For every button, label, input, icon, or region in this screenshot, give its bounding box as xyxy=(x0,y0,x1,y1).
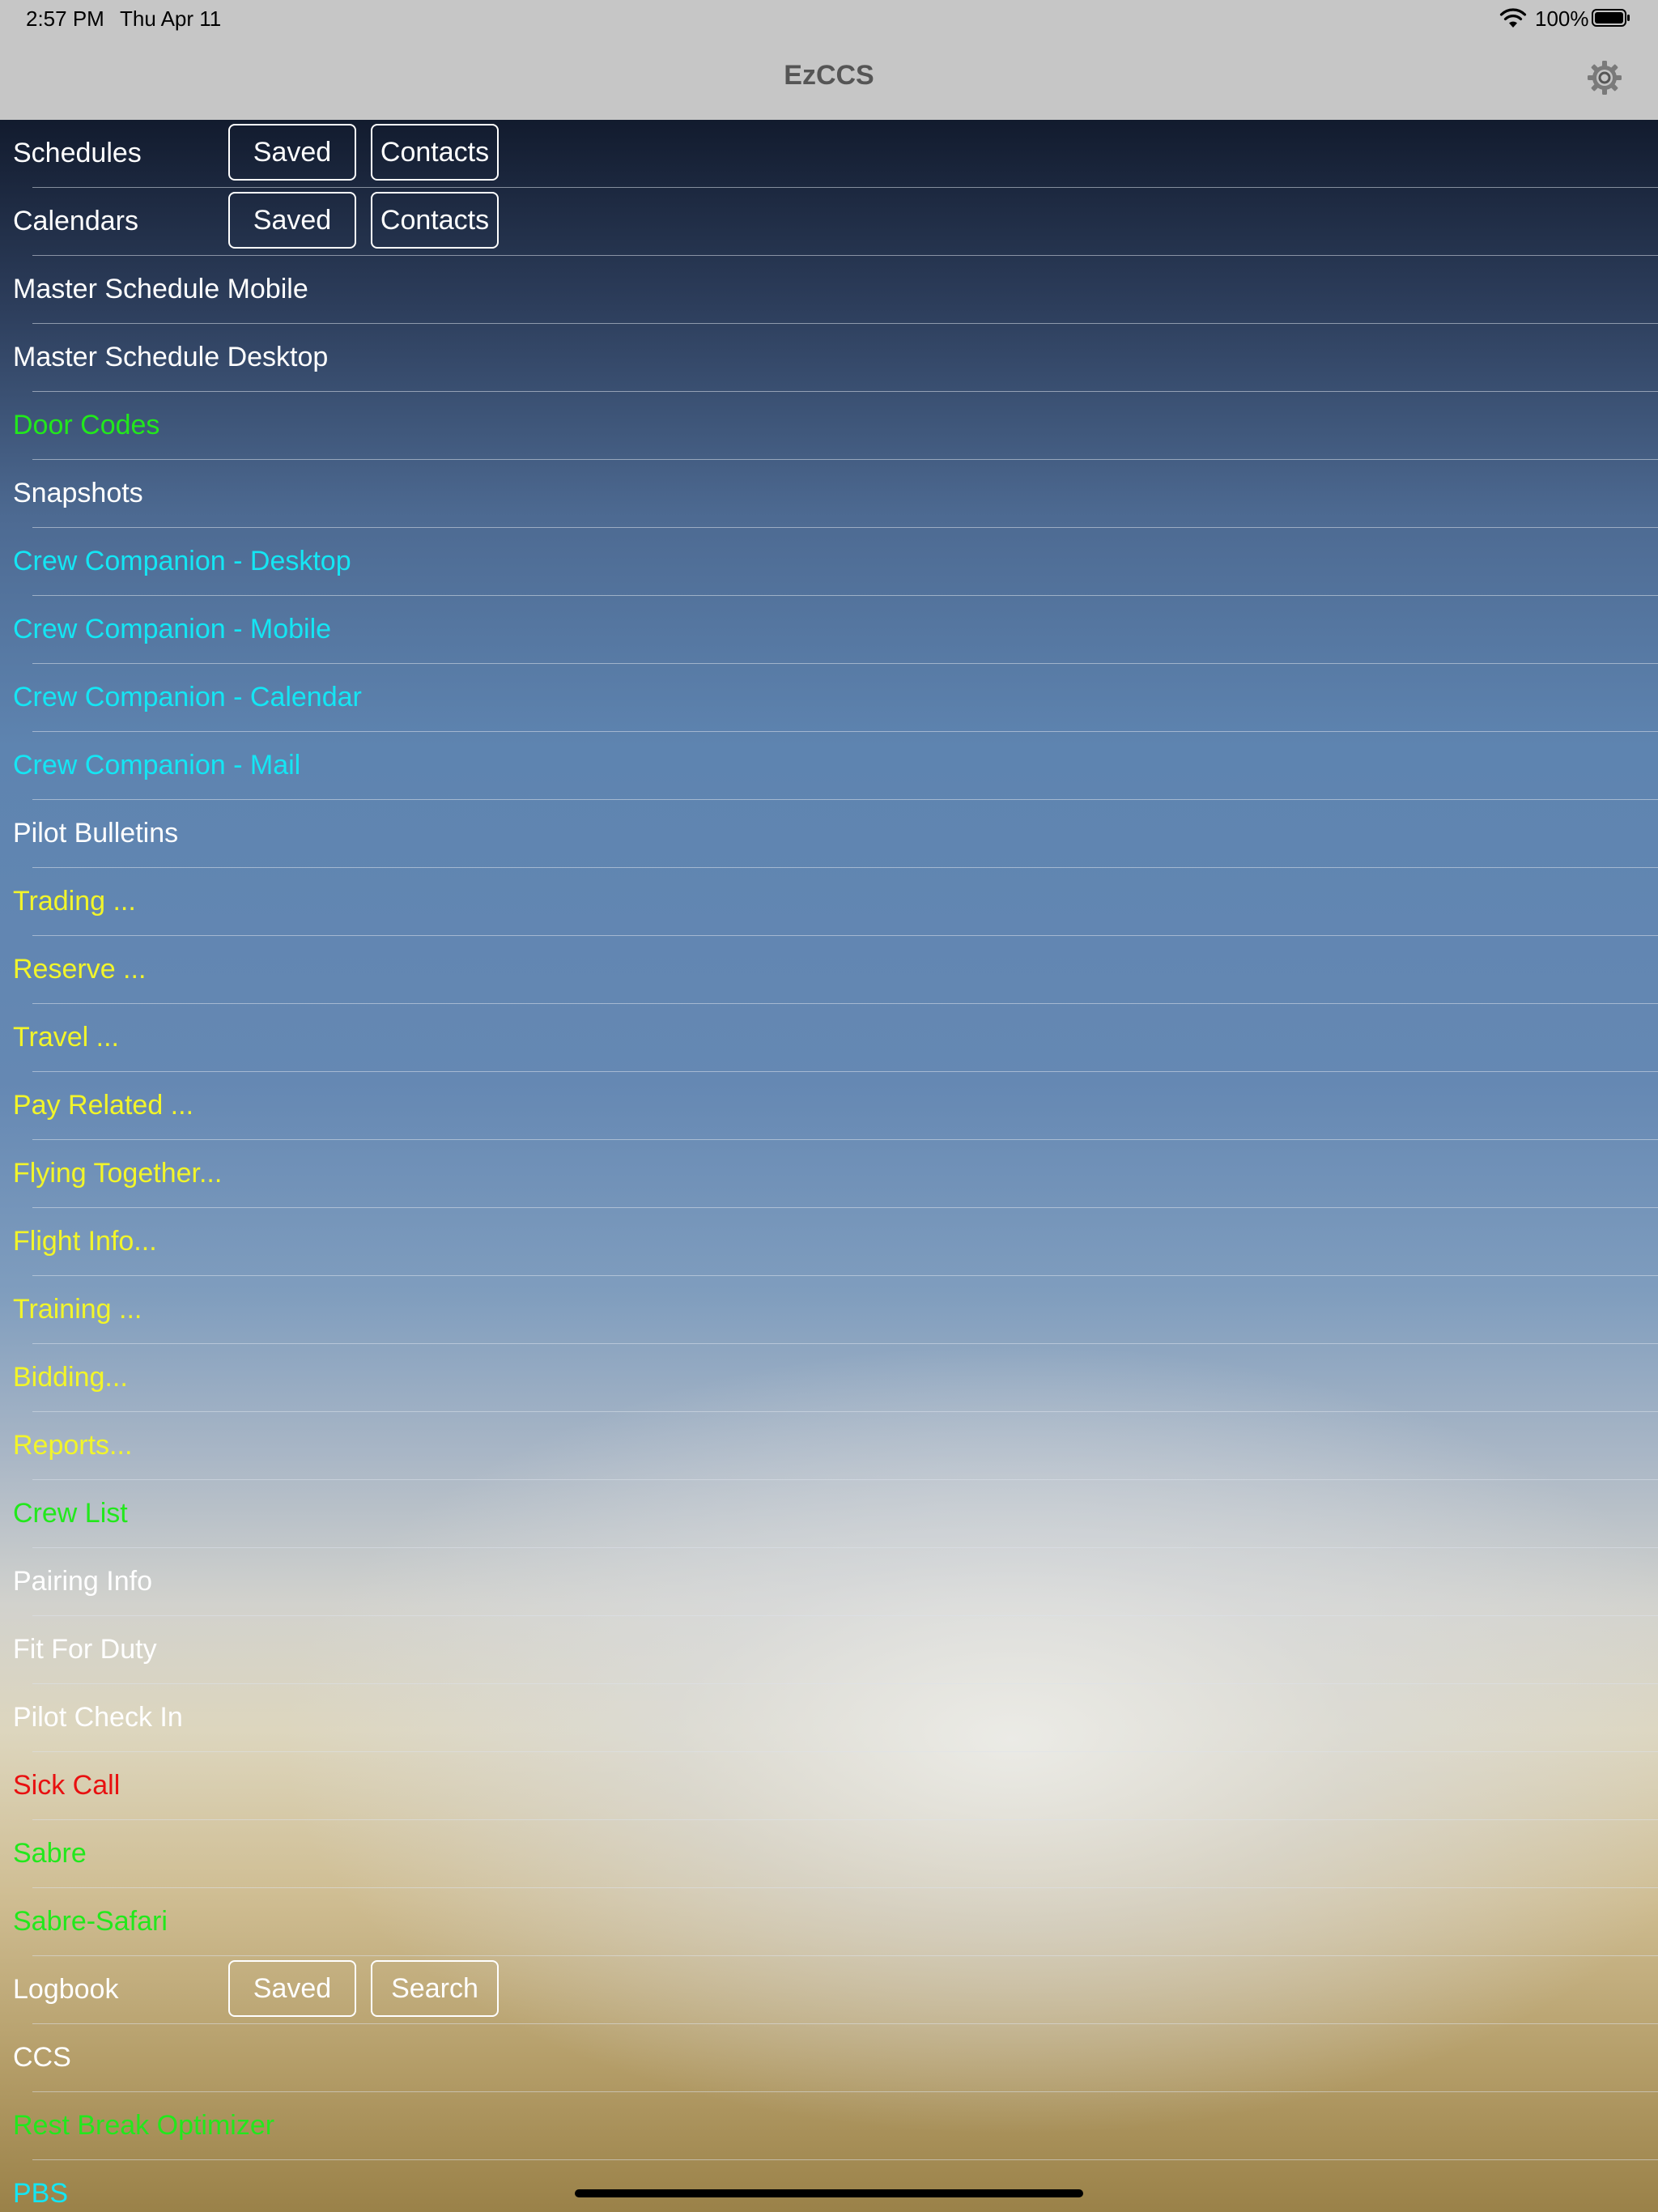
menu-item-master-schedule-mobile[interactable]: Master Schedule Mobile xyxy=(0,256,1658,324)
menu-item-door-codes[interactable]: Door Codes xyxy=(0,392,1658,460)
calendars-contacts-button[interactable]: Contacts xyxy=(371,192,499,249)
menu-item-label: Logbook xyxy=(13,1974,119,2005)
menu-item-label: PBS xyxy=(13,2178,69,2209)
wifi-icon xyxy=(1499,8,1527,28)
menu-item-crew-companion-calendar[interactable]: Crew Companion - Calendar xyxy=(0,664,1658,732)
page-title: EzCCS xyxy=(784,60,874,91)
menu-item-label: Pairing Info xyxy=(13,1566,152,1597)
menu-item-label: Training ... xyxy=(13,1294,142,1325)
menu-item-label: Crew Companion - Calendar xyxy=(13,682,362,713)
menu-item-training[interactable]: Training ... xyxy=(0,1276,1658,1344)
menu-item-pbs[interactable]: PBS xyxy=(0,2160,1658,2212)
menu-item-label: Snapshots xyxy=(13,478,143,508)
menu-item-bidding[interactable]: Bidding... xyxy=(0,1344,1658,1412)
menu-item-label: Crew List xyxy=(13,1498,128,1529)
menu-item-label: Schedules xyxy=(13,138,142,168)
menu-item-label: Travel ... xyxy=(13,1022,119,1053)
menu-item-pairing-info[interactable]: Pairing Info xyxy=(0,1548,1658,1616)
menu-item-crew-list[interactable]: Crew List xyxy=(0,1480,1658,1548)
menu-item-sabre-safari[interactable]: Sabre-Safari xyxy=(0,1888,1658,1956)
menu-item-label: Sabre xyxy=(13,1838,87,1869)
menu-item-pay-related[interactable]: Pay Related ... xyxy=(0,1072,1658,1140)
status-bar: 2:57 PM Thu Apr 11 100% xyxy=(0,0,1658,39)
menu-item-label: CCS xyxy=(13,2042,71,2073)
menu-item-crew-companion-mail[interactable]: Crew Companion - Mail xyxy=(0,732,1658,800)
menu-item-label: Flight Info... xyxy=(13,1226,157,1257)
menu-item-reports[interactable]: Reports... xyxy=(0,1412,1658,1480)
status-date: Thu Apr 11 xyxy=(120,6,222,31)
menu-item-travel[interactable]: Travel ... xyxy=(0,1004,1658,1072)
schedules-saved-button[interactable]: Saved xyxy=(228,124,356,181)
menu-item-snapshots[interactable]: Snapshots xyxy=(0,460,1658,528)
menu-item-label: Crew Companion - Mobile xyxy=(13,614,332,644)
menu-item-label: Pilot Bulletins xyxy=(13,818,179,849)
menu-item-calendars[interactable]: Calendars Saved Contacts xyxy=(0,188,1658,256)
menu-item-master-schedule-desktop[interactable]: Master Schedule Desktop xyxy=(0,324,1658,392)
menu-item-pilot-check-in[interactable]: Pilot Check In xyxy=(0,1684,1658,1752)
calendars-saved-button[interactable]: Saved xyxy=(228,192,356,249)
schedules-contacts-button[interactable]: Contacts xyxy=(371,124,499,181)
menu-item-label: Reserve ... xyxy=(13,954,147,985)
menu-item-flying-together[interactable]: Flying Together... xyxy=(0,1140,1658,1208)
menu-item-sick-call[interactable]: Sick Call xyxy=(0,1752,1658,1820)
menu-item-fit-for-duty[interactable]: Fit For Duty xyxy=(0,1616,1658,1684)
menu-item-crew-companion-mobile[interactable]: Crew Companion - Mobile xyxy=(0,596,1658,664)
menu-item-reserve[interactable]: Reserve ... xyxy=(0,936,1658,1004)
menu-item-label: Bidding... xyxy=(13,1362,128,1393)
menu-item-label: Reports... xyxy=(13,1430,133,1461)
logbook-search-button[interactable]: Search xyxy=(371,1960,499,2017)
menu-item-label: Flying Together... xyxy=(13,1158,223,1189)
menu-item-pilot-bulletins[interactable]: Pilot Bulletins xyxy=(0,800,1658,868)
menu-item-label: Pay Related ... xyxy=(13,1090,194,1121)
menu-list: Schedules Saved Contacts Calendars Saved Cont… xyxy=(0,120,1658,2212)
menu-item-label: Door Codes xyxy=(13,410,160,440)
battery-percent: 100% xyxy=(1535,6,1589,31)
menu-item-crew-companion-desktop[interactable]: Crew Companion - Desktop xyxy=(0,528,1658,596)
menu-item-label: Rest Break Optimizer xyxy=(13,2110,275,2141)
navigation-bar: EzCCS xyxy=(0,39,1658,121)
home-indicator[interactable] xyxy=(575,2189,1083,2197)
menu-item-schedules[interactable]: Schedules Saved Contacts xyxy=(0,120,1658,188)
menu-item-label: Trading ... xyxy=(13,886,136,917)
menu-item-label: Sabre-Safari xyxy=(13,1906,168,1937)
gear-icon[interactable] xyxy=(1585,58,1624,97)
menu-item-label: Crew Companion - Desktop xyxy=(13,546,351,576)
menu-item-ccs[interactable]: CCS xyxy=(0,2024,1658,2092)
menu-item-label: Crew Companion - Mail xyxy=(13,750,301,781)
status-time: 2:57 PM xyxy=(26,6,104,31)
menu-item-label: Master Schedule Mobile xyxy=(13,274,308,304)
menu-item-flight-info[interactable]: Flight Info... xyxy=(0,1208,1658,1276)
menu-item-label: Master Schedule Desktop xyxy=(13,342,329,372)
logbook-saved-button[interactable]: Saved xyxy=(228,1960,356,2017)
menu-item-label: Calendars xyxy=(13,206,138,236)
battery-icon xyxy=(1592,9,1630,27)
menu-item-trading[interactable]: Trading ... xyxy=(0,868,1658,936)
menu-item-rest-break-optimizer[interactable]: Rest Break Optimizer xyxy=(0,2092,1658,2160)
menu-item-label: Sick Call xyxy=(13,1770,121,1801)
menu-item-sabre[interactable]: Sabre xyxy=(0,1820,1658,1888)
menu-item-label: Pilot Check In xyxy=(13,1702,183,1733)
menu-item-label: Fit For Duty xyxy=(13,1634,157,1665)
menu-item-logbook[interactable]: Logbook Saved Search xyxy=(0,1956,1658,2024)
